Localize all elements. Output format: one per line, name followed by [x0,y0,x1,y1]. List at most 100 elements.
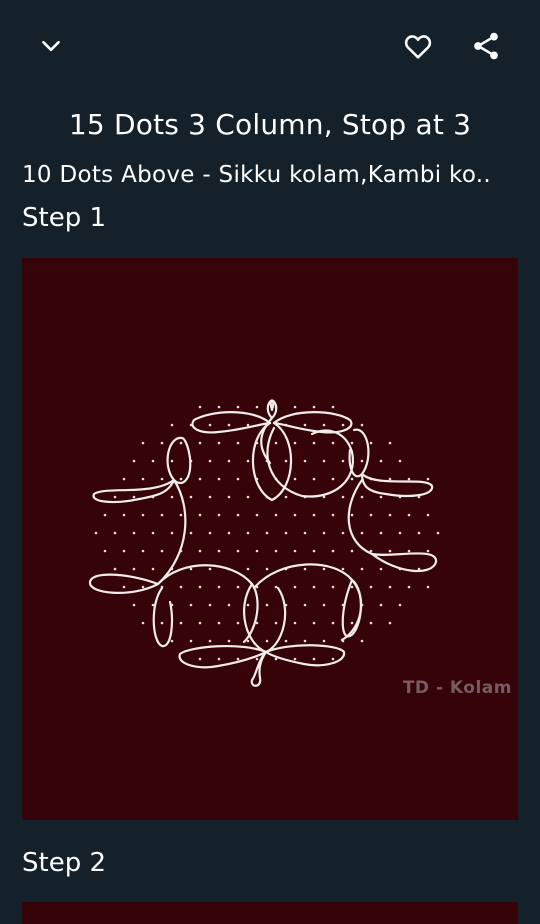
kolam-dot [265,567,269,571]
kolam-dot [360,567,364,571]
step-2-image[interactable] [22,902,518,924]
kolam-dot [407,477,411,481]
kolam-dot [293,441,297,445]
kolam-dot [132,531,136,535]
kolam-dot [198,549,202,553]
kolam-dot [388,441,392,445]
kolam-dot [331,405,335,409]
kolam-dot [217,549,221,553]
kolam-dot [369,585,373,589]
kolam-dot [179,513,183,517]
kolam-dot [322,531,326,535]
kolam-dot [189,639,193,643]
kolam-dot [236,477,240,481]
kolam-dot [227,459,231,463]
kolam-dot [388,621,392,625]
kolam-dot [322,567,326,571]
step-1-label: Step 1 [22,203,107,233]
kolam-dot [417,531,421,535]
kolam-dot [103,549,107,553]
kolam-dot [284,495,288,499]
kolam-dot [331,621,335,625]
kolam-dot [312,513,316,517]
kolam-dot [170,423,174,427]
kolam-dot [265,603,269,607]
kolam-dot [122,477,126,481]
kolam-dot [122,549,126,553]
page-subtitle: 10 Dots Above - Sikku kolam,Kambi ko.. [22,162,492,188]
kolam-dot [236,513,240,517]
back-button[interactable] [31,26,71,66]
kolam-dot [293,477,297,481]
share-icon [474,32,498,60]
kolam-dot [388,513,392,517]
share-button[interactable] [466,26,506,66]
kolam-dot [208,459,212,463]
kolam-dot [436,531,440,535]
kolam-dot [132,567,136,571]
kolam-dot [246,495,250,499]
kolam-dot [426,585,430,589]
kolam-dot [189,531,193,535]
kolam-dot [274,621,278,625]
kolam-dot [217,441,221,445]
kolam-dot [132,603,136,607]
kolam-dot [236,585,240,589]
kolam-dot [312,405,316,409]
kolam-dot [274,549,278,553]
kolam-dot [379,567,383,571]
kolam-dot [265,531,269,535]
step-1-image[interactable]: TD - Kolam [22,258,518,820]
kolam-dot [274,513,278,517]
kolam-dot [388,585,392,589]
kolam-dot [407,549,411,553]
kolam-dot [198,657,202,661]
kolam-dot [265,639,269,643]
kolam-dot [217,585,221,589]
kolam-dot [189,603,193,607]
kolam-dot [103,513,107,517]
kolam-dot [331,441,335,445]
kolam-dot [341,567,345,571]
kolam-dot [398,531,402,535]
kolam-dot [426,477,430,481]
kolam-dot [170,459,174,463]
kolam-dot [284,531,288,535]
kolam-dot [293,405,297,409]
kolam-dot [293,549,297,553]
page-title: 15 Dots 3 Column, Stop at 3 [68,108,472,141]
kolam-dot [322,423,326,427]
kolam-dot [122,513,126,517]
kolam-dot [303,531,307,535]
kolam-dot [236,441,240,445]
kolam-dot [208,603,212,607]
kolam-dot [398,603,402,607]
favorite-button[interactable] [398,26,438,66]
kolam-dot [208,423,212,427]
kolam-dot [274,441,278,445]
kolam-dot [341,423,345,427]
kolam-dot [132,495,136,499]
kolam-dot [293,513,297,517]
kolam-dot [303,567,307,571]
kolam-dot [388,477,392,481]
kolam-dot [160,441,164,445]
kolam-dot [113,495,117,499]
kolam-dot [179,477,183,481]
kolam-dot [179,621,183,625]
kolam-dot [170,531,174,535]
kolam-dot [331,657,335,661]
kolam-dot [246,603,250,607]
kolam-dot [189,495,193,499]
kolam-dot [246,459,250,463]
top-app-bar [0,0,540,92]
kolam-dot [312,441,316,445]
kolam-dot [217,513,221,517]
kolam-dot [246,567,250,571]
kolam-dot [322,459,326,463]
kolam-dot [122,585,126,589]
kolam-dot [293,657,297,661]
kolam-dot [217,657,221,661]
step-2-label: Step 2 [22,848,107,878]
kolam-dot [151,459,155,463]
